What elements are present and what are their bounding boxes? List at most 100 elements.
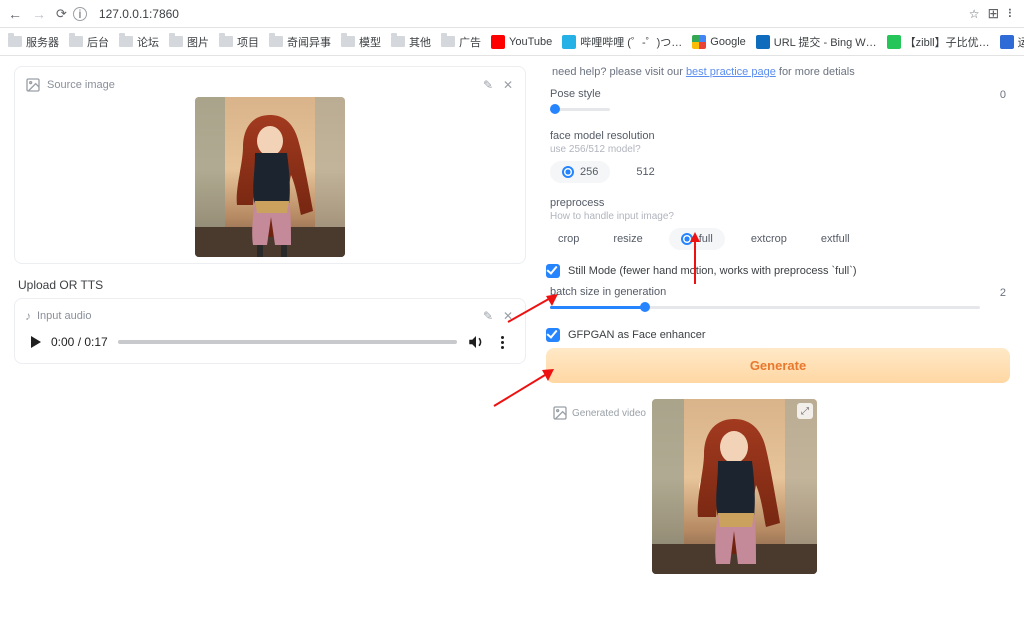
source-image-preview[interactable] (195, 97, 345, 257)
bookmark-label: 运营笔记导航 | 史… (1018, 34, 1024, 50)
bilibili-icon (562, 35, 576, 49)
audio-seek-track[interactable] (118, 340, 457, 344)
edit-icon[interactable]: ✎ (481, 78, 495, 92)
folder-icon (269, 36, 283, 47)
face-res-sub: use 256/512 model? (550, 144, 1006, 155)
bookmark-label: 其他 (409, 34, 431, 50)
reload-icon[interactable]: ⟳ (56, 6, 67, 22)
radio-label: full (699, 233, 713, 245)
folder-icon (69, 36, 83, 47)
site-icon (887, 35, 901, 49)
radio-extcrop[interactable]: extcrop (743, 228, 795, 250)
face-res-title: face model resolution (550, 130, 1006, 142)
url-text[interactable]: 127.0.0.1:7860 (93, 5, 963, 23)
gfpgan-row[interactable]: GFPGAN as Face enhancer (546, 328, 1010, 342)
radio-full[interactable]: full (669, 228, 725, 250)
batch-value: 2 (982, 287, 1006, 299)
volume-icon[interactable] (467, 333, 485, 351)
bookmark-label: 模型 (359, 34, 381, 50)
audio-player: 0:00 / 0:17 (21, 327, 519, 357)
checkbox-icon[interactable] (546, 264, 560, 278)
pose-style-value: 0 (982, 89, 1006, 101)
bookmark-folder[interactable]: 后台 (69, 34, 109, 50)
radio-extfull[interactable]: extfull (813, 228, 858, 250)
generate-button[interactable]: Generate (546, 348, 1010, 383)
forward-icon[interactable]: → (32, 6, 46, 22)
bookmark-folder[interactable]: 项目 (219, 34, 259, 50)
pose-style-block: Pose style 0 (550, 88, 1006, 116)
bookmark-folder[interactable]: 图片 (169, 34, 209, 50)
radio-256[interactable]: 256 (550, 161, 610, 183)
folder-icon (169, 36, 183, 47)
batch-title: batch size in generation (550, 286, 666, 298)
source-image-card: Source image ✎ ✕ (14, 66, 526, 264)
radio-dot-icon (562, 166, 574, 178)
expand-icon[interactable]: ⤢ (797, 403, 813, 419)
nav-controls: ← → ⟳ (8, 6, 67, 22)
radio-resize[interactable]: resize (605, 228, 650, 250)
overflow-icon[interactable]: ⠇ (1007, 7, 1016, 21)
bookmark-label: Google (710, 36, 745, 48)
play-button[interactable] (31, 336, 41, 348)
radio-label: extfull (821, 233, 850, 245)
still-mode-row[interactable]: Still Mode (fewer hand motion, works wit… (546, 264, 1010, 278)
bookmark-label: URL 提交 - Bing W… (774, 34, 877, 50)
bookmark-folder[interactable]: 其他 (391, 34, 431, 50)
radio-crop[interactable]: crop (550, 228, 587, 250)
help-link[interactable]: best practice page (686, 66, 776, 78)
radio-label: 512 (636, 166, 654, 178)
bookmark-folder[interactable]: 广告 (441, 34, 481, 50)
radio-label: 256 (580, 166, 598, 178)
radio-dot-icon (681, 233, 693, 245)
star-icon[interactable]: ☆ (969, 7, 980, 21)
radio-512[interactable]: 512 (628, 161, 662, 183)
folder-icon (391, 36, 405, 47)
preprocess-block: preprocess How to handle input image? cr… (550, 197, 1006, 250)
help-post: for more detials (776, 66, 855, 78)
generated-video-preview[interactable]: ⤢ (652, 399, 817, 574)
bookmark-folder[interactable]: 论坛 (119, 34, 159, 50)
bookmark-link[interactable]: Google (692, 35, 745, 49)
bookmark-link[interactable]: 运营笔记导航 | 史… (1000, 34, 1024, 50)
bookmarks-bar: 服务器 后台 论坛 图片 项目 奇闻异事 模型 其他 广告 YouTube 哔哩… (0, 28, 1024, 56)
radio-label: extcrop (751, 233, 787, 245)
source-image-label: Source image (47, 79, 115, 91)
audio-icon: ♪ (25, 309, 31, 323)
preprocess-sub: How to handle input image? (550, 211, 1006, 222)
extensions-icon[interactable]: ⊞ (987, 5, 999, 22)
folder-icon (441, 36, 455, 47)
browser-chrome-bar: ← → ⟳ i 127.0.0.1:7860 ☆ ⊞ ⠇ (0, 0, 1024, 28)
folder-icon (119, 36, 133, 47)
bookmark-folder[interactable]: 服务器 (8, 34, 59, 50)
bookmark-label: 论坛 (137, 34, 159, 50)
close-icon[interactable]: ✕ (501, 78, 515, 92)
close-icon[interactable]: ✕ (501, 309, 515, 323)
checkbox-icon[interactable] (546, 328, 560, 342)
edit-icon[interactable]: ✎ (481, 309, 495, 323)
back-icon[interactable]: ← (8, 6, 22, 22)
batch-size-block: batch size in generation 2 (550, 286, 1006, 314)
input-audio-card: ♪ Input audio ✎ ✕ 0:00 / 0:17 (14, 298, 526, 364)
bookmark-label: 【zibll】子比优… (905, 34, 990, 50)
bookmark-folder[interactable]: 模型 (341, 34, 381, 50)
site-icon (1000, 35, 1014, 49)
bookmark-folder[interactable]: 奇闻异事 (269, 34, 331, 50)
generated-video-label: Generated video (572, 408, 646, 419)
bookmark-label: 后台 (87, 34, 109, 50)
bookmark-link[interactable]: 哔哩哔哩 (゜-゜)つ… (562, 34, 682, 50)
bookmark-label: 项目 (237, 34, 259, 50)
audio-more-icon[interactable] (495, 333, 509, 351)
youtube-icon (491, 35, 505, 49)
batch-slider[interactable] (550, 300, 980, 314)
preprocess-title: preprocess (550, 197, 1006, 209)
bookmark-label: 广告 (459, 34, 481, 50)
help-text: need help? please visit our best practic… (552, 66, 1010, 78)
bookmark-link[interactable]: YouTube (491, 35, 552, 49)
bookmark-link[interactable]: 【zibll】子比优… (887, 34, 990, 50)
image-icon (25, 77, 41, 93)
bookmark-link[interactable]: URL 提交 - Bing W… (756, 34, 877, 50)
pose-style-slider[interactable] (550, 102, 610, 116)
address-bar[interactable]: i 127.0.0.1:7860 (73, 5, 963, 23)
site-info-icon[interactable]: i (73, 7, 87, 21)
google-icon (692, 35, 706, 49)
